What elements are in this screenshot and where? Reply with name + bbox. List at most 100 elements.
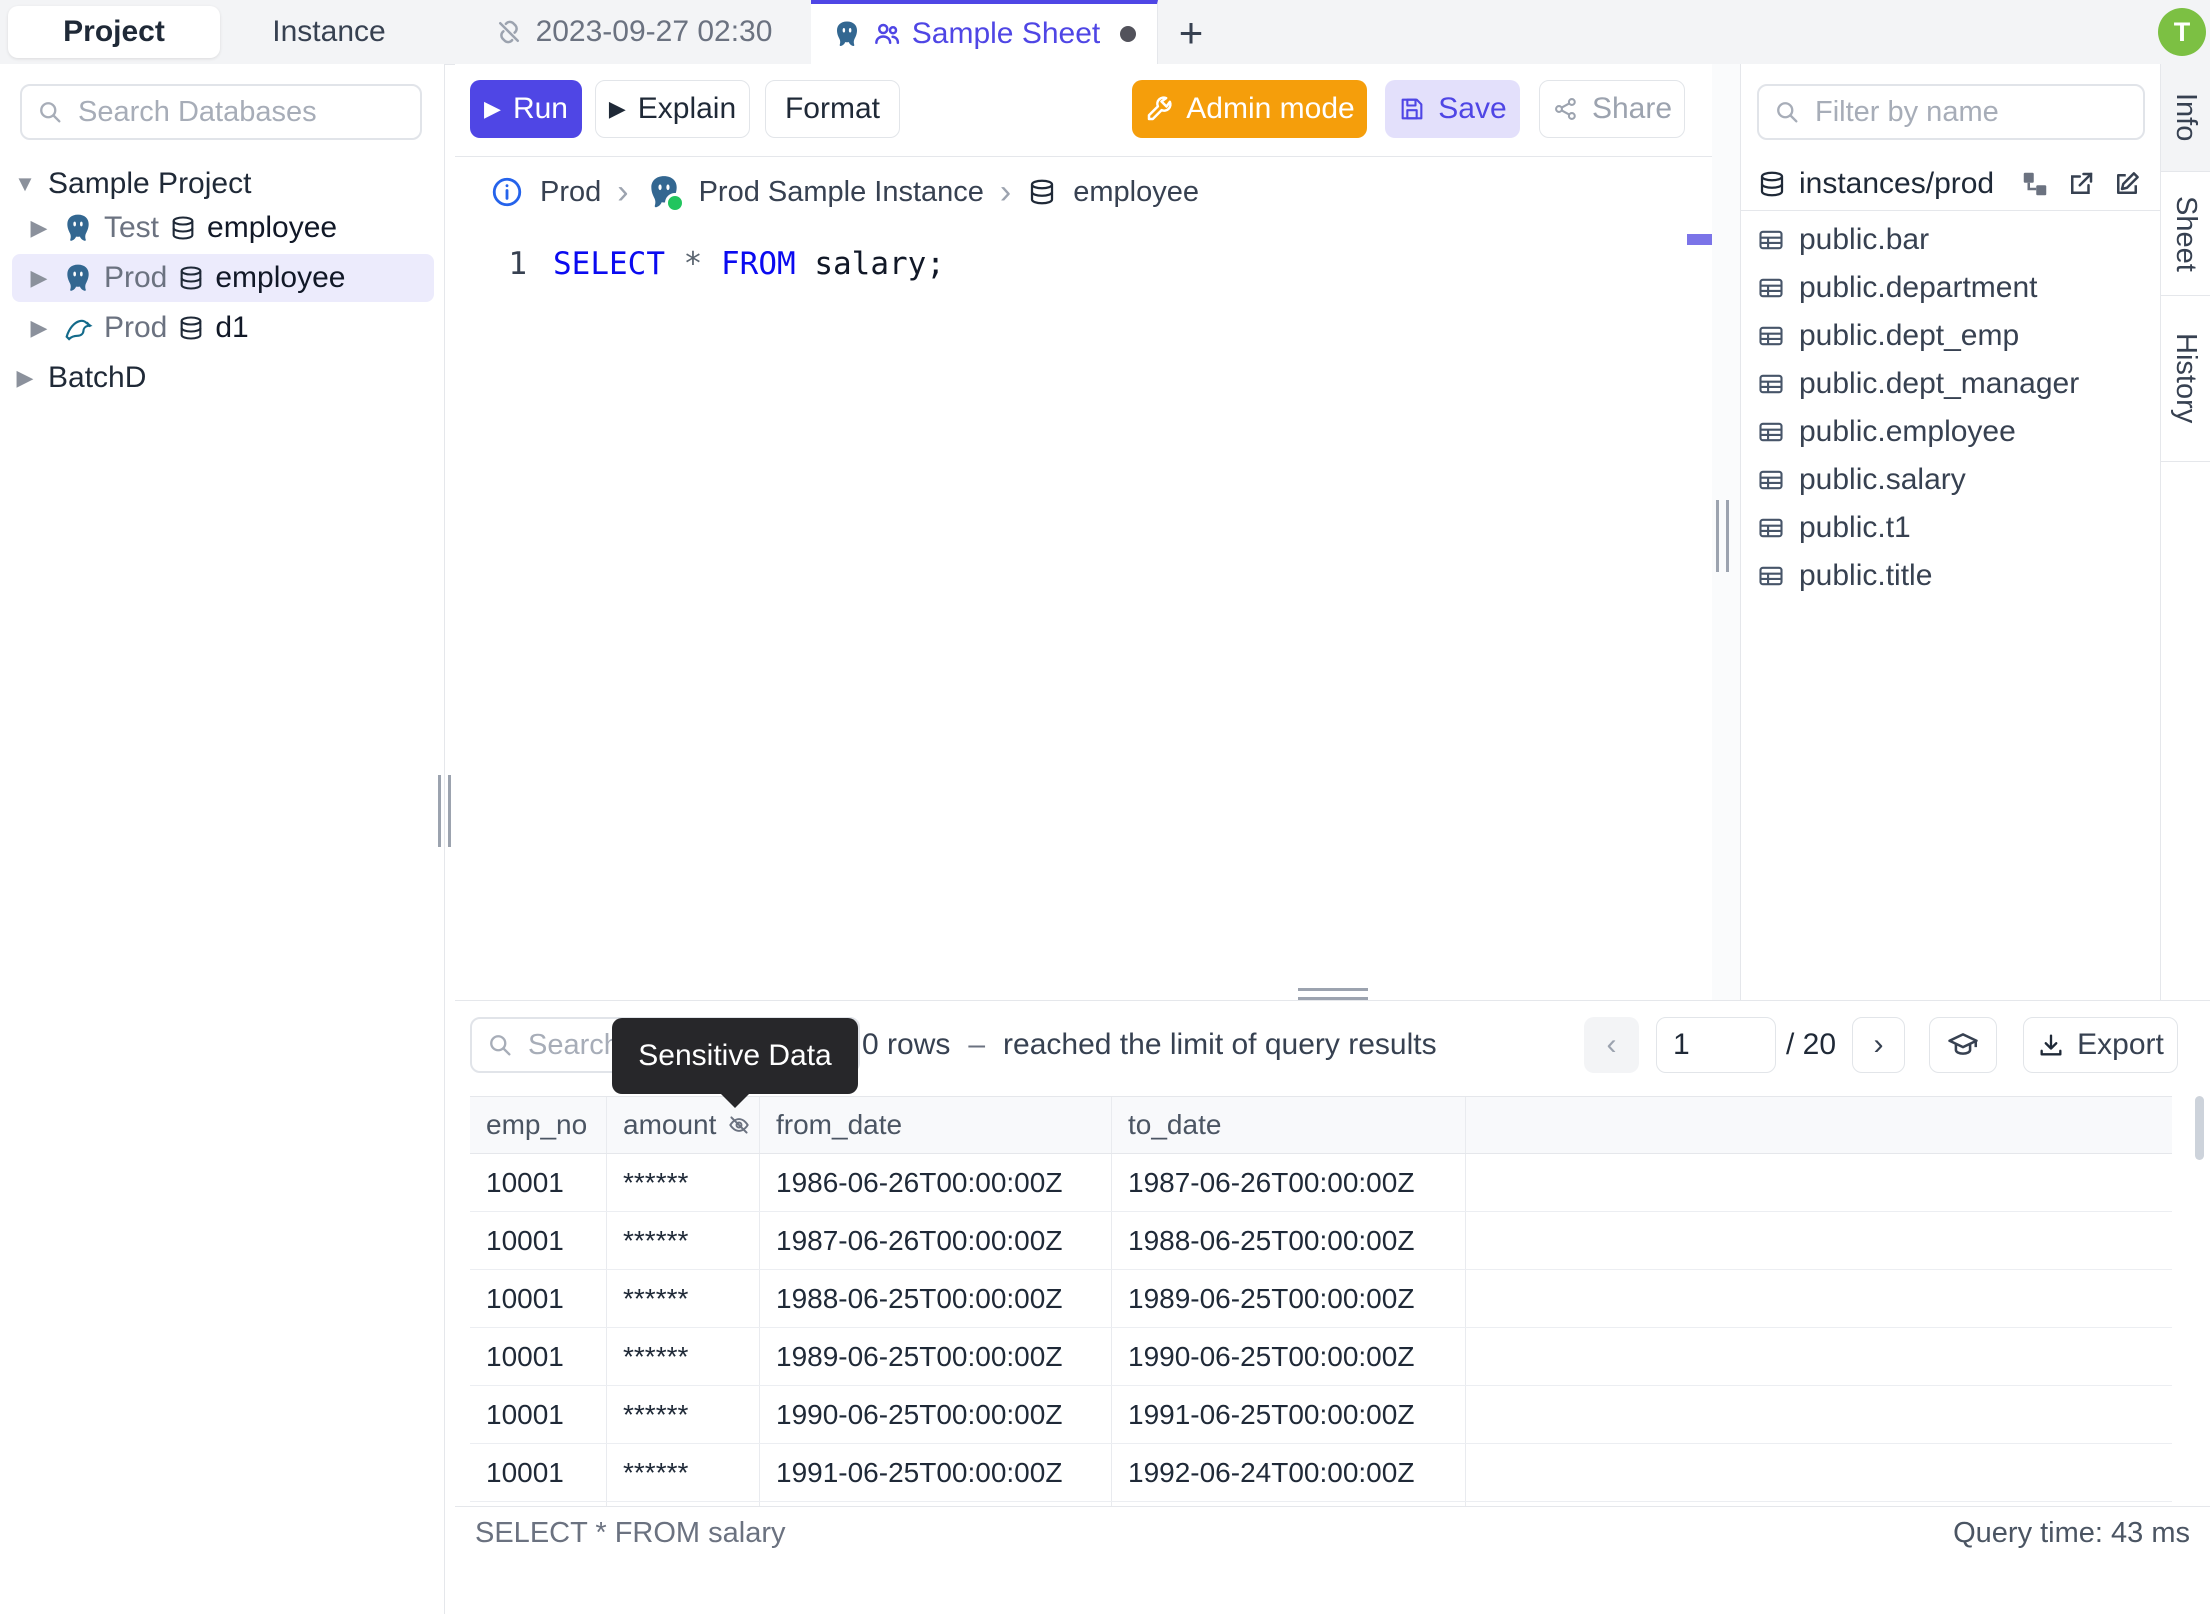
table-list-item[interactable]: public.title (1741, 552, 2160, 600)
instance-path: instances/prod (1799, 167, 1995, 200)
database-icon (1757, 169, 1787, 199)
table-name: public.dept_manager (1799, 367, 2080, 400)
table-list-item[interactable]: public.bar (1741, 216, 2160, 264)
save-label: Save (1438, 92, 1507, 125)
column-header-from-date[interactable]: from_date (760, 1097, 1112, 1153)
line-number: 1 (508, 246, 527, 282)
table-name: public.dept_emp (1799, 319, 2020, 352)
rows-note: reached the limit of query results (1003, 1028, 1437, 1061)
run-label: Run (512, 92, 568, 125)
prev-page-button[interactable]: ‹ (1584, 1017, 1639, 1073)
team-icon (872, 19, 902, 49)
schema-diagram-icon[interactable] (2018, 167, 2052, 201)
caret-right-icon[interactable]: ▶ (26, 215, 52, 241)
tab-project[interactable]: Project (8, 6, 220, 58)
table-row[interactable]: 10001 ****** 1988-06-25T00:00:00Z 1989-0… (470, 1270, 2172, 1328)
search-icon (36, 98, 64, 126)
table-icon (1757, 274, 1785, 302)
learn-button[interactable] (1929, 1017, 1997, 1073)
share-button[interactable]: Share (1539, 80, 1685, 138)
table-list-item[interactable]: public.t1 (1741, 504, 2160, 552)
explain-label: Explain (637, 92, 737, 125)
share-label: Share (1591, 92, 1673, 125)
table-list-item[interactable]: public.department (1741, 264, 2160, 312)
next-page-button[interactable]: › (1852, 1017, 1905, 1073)
external-link-icon[interactable] (2064, 167, 2098, 201)
breadcrumb-database[interactable]: employee (1073, 176, 1199, 209)
table-name: public.title (1799, 559, 1933, 592)
filter-input[interactable] (1813, 94, 2129, 130)
wrench-icon (1144, 94, 1174, 124)
format-button[interactable]: Format (765, 80, 900, 138)
table-list-item[interactable]: public.employee (1741, 408, 2160, 456)
side-tab-sheet[interactable]: Sheet (2161, 172, 2210, 296)
avatar[interactable]: T (2158, 8, 2206, 56)
filter-box[interactable] (1757, 84, 2145, 140)
column-header-to-date[interactable]: to_date (1112, 1097, 1466, 1153)
table-icon (1757, 514, 1785, 542)
column-header-emp-no[interactable]: emp_no (470, 1097, 607, 1153)
chevron-right-icon: › (617, 173, 629, 211)
eye-off-icon[interactable] (726, 1112, 752, 1138)
info-icon[interactable] (490, 175, 524, 209)
tree-node-batchd[interactable]: ▶ BatchD (12, 354, 434, 402)
tree-node-prod-employee[interactable]: ▶ Prod employee (12, 254, 434, 302)
caret-right-icon[interactable]: ▶ (26, 265, 52, 291)
breadcrumb-instance[interactable]: Prod Sample Instance (699, 176, 984, 209)
side-tab-history[interactable]: History (2161, 296, 2210, 462)
table-list-item[interactable]: public.dept_manager (1741, 360, 2160, 408)
results-splitter[interactable] (1298, 988, 1368, 1000)
query-time: Query time: 43 ms (1953, 1517, 2190, 1549)
editor-minimap[interactable] (1687, 228, 1714, 985)
caret-right-icon[interactable]: ▶ (12, 365, 38, 391)
table-row[interactable]: 10001 ****** 1987-06-26T00:00:00Z 1988-0… (470, 1212, 2172, 1270)
table-row[interactable]: 10001 ****** 1990-06-25T00:00:00Z 1991-0… (470, 1386, 2172, 1444)
table-list-item[interactable]: public.salary (1741, 456, 2160, 504)
tree-node-prod-d1[interactable]: ▶ Prod d1 (12, 304, 434, 352)
cell-from-date: 1987-06-26T00:00:00Z (760, 1212, 1112, 1269)
cell-emp-no: 10001 (470, 1212, 607, 1269)
admin-mode-button[interactable]: Admin mode (1132, 80, 1367, 138)
tree-node-sample-project[interactable]: ▼ Sample Project (12, 160, 434, 208)
editor-tab-timestamp[interactable]: 2023-09-27 02:30 (455, 0, 812, 64)
minimap-line (1687, 234, 1714, 245)
explain-button[interactable]: ▶ Explain (595, 80, 750, 138)
project-label: BatchD (48, 361, 147, 394)
editor-toolbar: ▶ Run ▶ Explain Format Admin mode Save S… (455, 64, 1712, 157)
tab-instance[interactable]: Instance (222, 6, 436, 58)
cell-amount-masked: ****** (607, 1212, 760, 1269)
right-panel-splitter[interactable] (1716, 500, 1729, 572)
editor-tab-sample-sheet[interactable]: Sample Sheet (811, 0, 1158, 64)
results-scrollbar[interactable] (2195, 1096, 2204, 1160)
caret-down-icon[interactable]: ▼ (12, 171, 38, 197)
sql-editor-app: Project Instance 2023-09-27 02:30 Sample… (0, 0, 2210, 1614)
cell-to-date: 1987-06-26T00:00:00Z (1112, 1154, 1466, 1211)
code-line[interactable]: 1 SELECT * FROM salary; (455, 246, 945, 282)
table-list-item[interactable]: public.dept_emp (1741, 312, 2160, 360)
side-tab-info[interactable]: Info (2161, 64, 2210, 172)
cell-amount-masked: ****** (607, 1386, 760, 1443)
run-button[interactable]: ▶ Run (470, 80, 582, 138)
sidebar-splitter[interactable] (438, 775, 451, 847)
breadcrumb-env[interactable]: Prod (540, 176, 601, 209)
new-tab-button[interactable]: + (1168, 9, 1214, 56)
cell-from-date: 1986-06-26T00:00:00Z (760, 1154, 1112, 1211)
cell-to-date: 1992-06-24T00:00:00Z (1112, 1444, 1466, 1501)
edit-icon[interactable] (2110, 167, 2144, 201)
caret-right-icon[interactable]: ▶ (26, 315, 52, 341)
sql-editor[interactable]: 1 SELECT * FROM salary; (455, 228, 1687, 985)
table-row[interactable]: 10001 ****** 1989-06-25T00:00:00Z 1990-0… (470, 1328, 2172, 1386)
cell-from-date: 1990-06-25T00:00:00Z (760, 1386, 1112, 1443)
download-icon (2037, 1031, 2065, 1059)
table-row[interactable]: 10001 ****** 1986-06-26T00:00:00Z 1987-0… (470, 1154, 2172, 1212)
table-row[interactable]: 10001 ****** 1991-06-25T00:00:00Z 1992-0… (470, 1444, 2172, 1502)
page-input[interactable] (1656, 1017, 1776, 1073)
database-icon (177, 264, 205, 292)
database-search[interactable] (20, 84, 422, 140)
save-button[interactable]: Save (1385, 80, 1520, 138)
results-table: emp_no amount from_date to_date 10001 **… (470, 1096, 2172, 1560)
search-icon (486, 1031, 514, 1059)
export-button[interactable]: Export (2023, 1017, 2178, 1073)
database-search-input[interactable] (76, 94, 406, 130)
tree-node-test-employee[interactable]: ▶ Test employee (12, 204, 434, 252)
